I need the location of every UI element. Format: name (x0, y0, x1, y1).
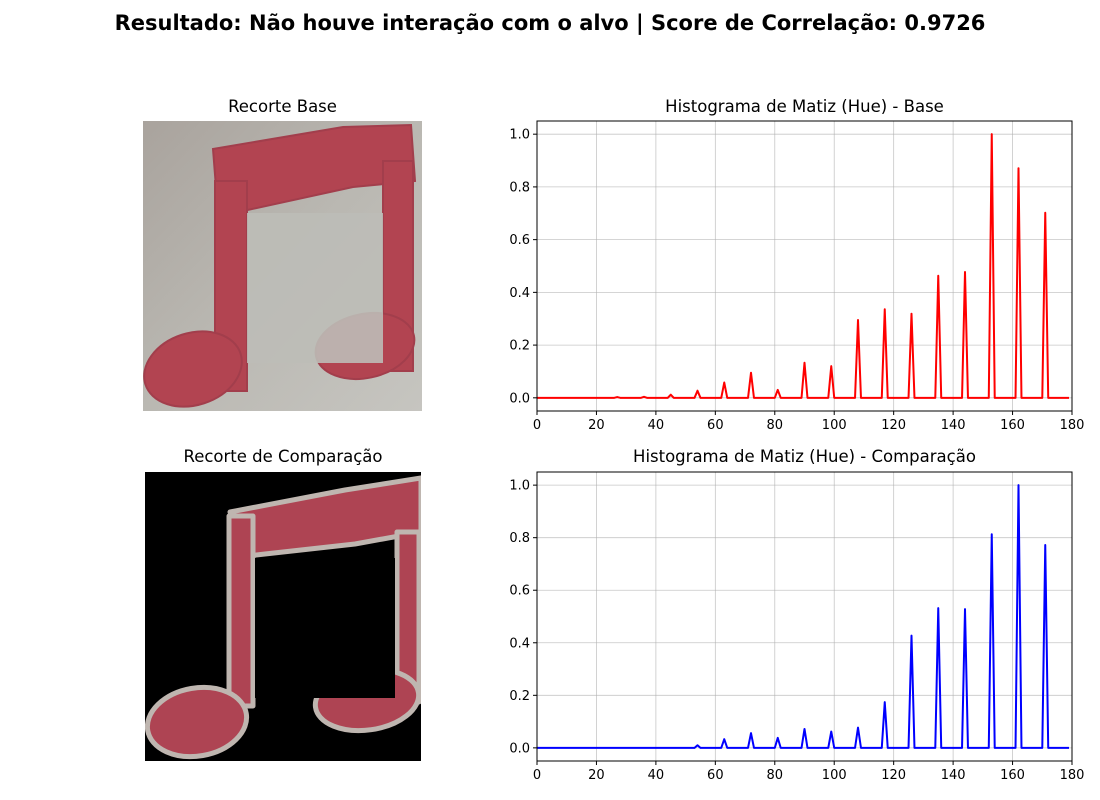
base-crop-image (143, 121, 422, 411)
comparison-image-title: Recorte de Comparação (183, 447, 383, 466)
y-tick-label: 0.0 (509, 741, 530, 756)
x-tick-label: 80 (767, 418, 784, 433)
hue-series-line (537, 133, 1070, 399)
y-tick-label: 0.8 (509, 180, 530, 195)
x-tick-label: 100 (822, 418, 847, 433)
y-tick-label: 0.0 (509, 391, 530, 406)
y-tick-label: 0.6 (509, 584, 530, 599)
x-tick-label: 140 (941, 768, 966, 783)
x-tick-label: 40 (648, 418, 665, 433)
x-tick-label: 180 (1060, 418, 1085, 433)
y-tick-label: 0.8 (509, 531, 530, 546)
x-tick-label: 60 (707, 768, 724, 783)
figure-suptitle: Resultado: Não houve interação com o alv… (114, 11, 986, 35)
x-tick-label: 60 (707, 418, 724, 433)
base-histogram-title: Histograma de Matiz (Hue) - Base (665, 97, 944, 116)
x-tick-label: 140 (941, 418, 966, 433)
base-image-title: Recorte Base (228, 97, 337, 116)
y-tick-label: 1.0 (509, 479, 530, 494)
comparison-music-note-picture (145, 472, 421, 761)
comparison-crop-image (145, 472, 421, 761)
y-tick-label: 0.4 (509, 286, 530, 301)
x-tick-label: 40 (648, 768, 665, 783)
base-music-note-picture (143, 121, 422, 411)
x-tick-label: 20 (588, 768, 605, 783)
x-tick-label: 120 (881, 418, 906, 433)
x-tick-label: 80 (767, 768, 784, 783)
axes-frame (536, 471, 1073, 762)
x-tick-label: 180 (1060, 768, 1085, 783)
y-tick-label: 0.4 (509, 636, 530, 651)
x-tick-label: 160 (1000, 418, 1025, 433)
chart-svg-1: 0 20 40 60 80 100 120 140 160 180 0.0 0.2 0.4 0.6 0.8 1… (509, 471, 1084, 783)
comparison-hue-histogram: 0 20 40 60 80 100 120 140 160 180 0.0 0.2 0.4 0.6 0.8 1… (509, 471, 1084, 783)
y-tick-label: 0.2 (509, 689, 530, 704)
x-tick-label: 0 (533, 768, 541, 783)
base-hue-histogram: 0 20 40 60 80 100 120 140 160 180 0.0 0.2 0.4 0.6 0.8 1… (509, 120, 1084, 433)
x-tick-label: 160 (1000, 768, 1025, 783)
hue-series-line (537, 484, 1070, 749)
y-tick-label: 1.0 (509, 128, 530, 143)
y-tick-label: 0.2 (509, 339, 530, 354)
x-tick-label: 20 (588, 418, 605, 433)
x-tick-label: 120 (881, 768, 906, 783)
y-tick-label: 0.6 (509, 233, 530, 248)
x-tick-label: 0 (533, 418, 541, 433)
comparison-histogram-title: Histograma de Matiz (Hue) - Comparação (633, 447, 976, 466)
chart-svg-0: 0 20 40 60 80 100 120 140 160 180 0.0 0.2 0.4 0.6 0.8 1… (509, 120, 1084, 433)
x-tick-label: 100 (822, 768, 847, 783)
